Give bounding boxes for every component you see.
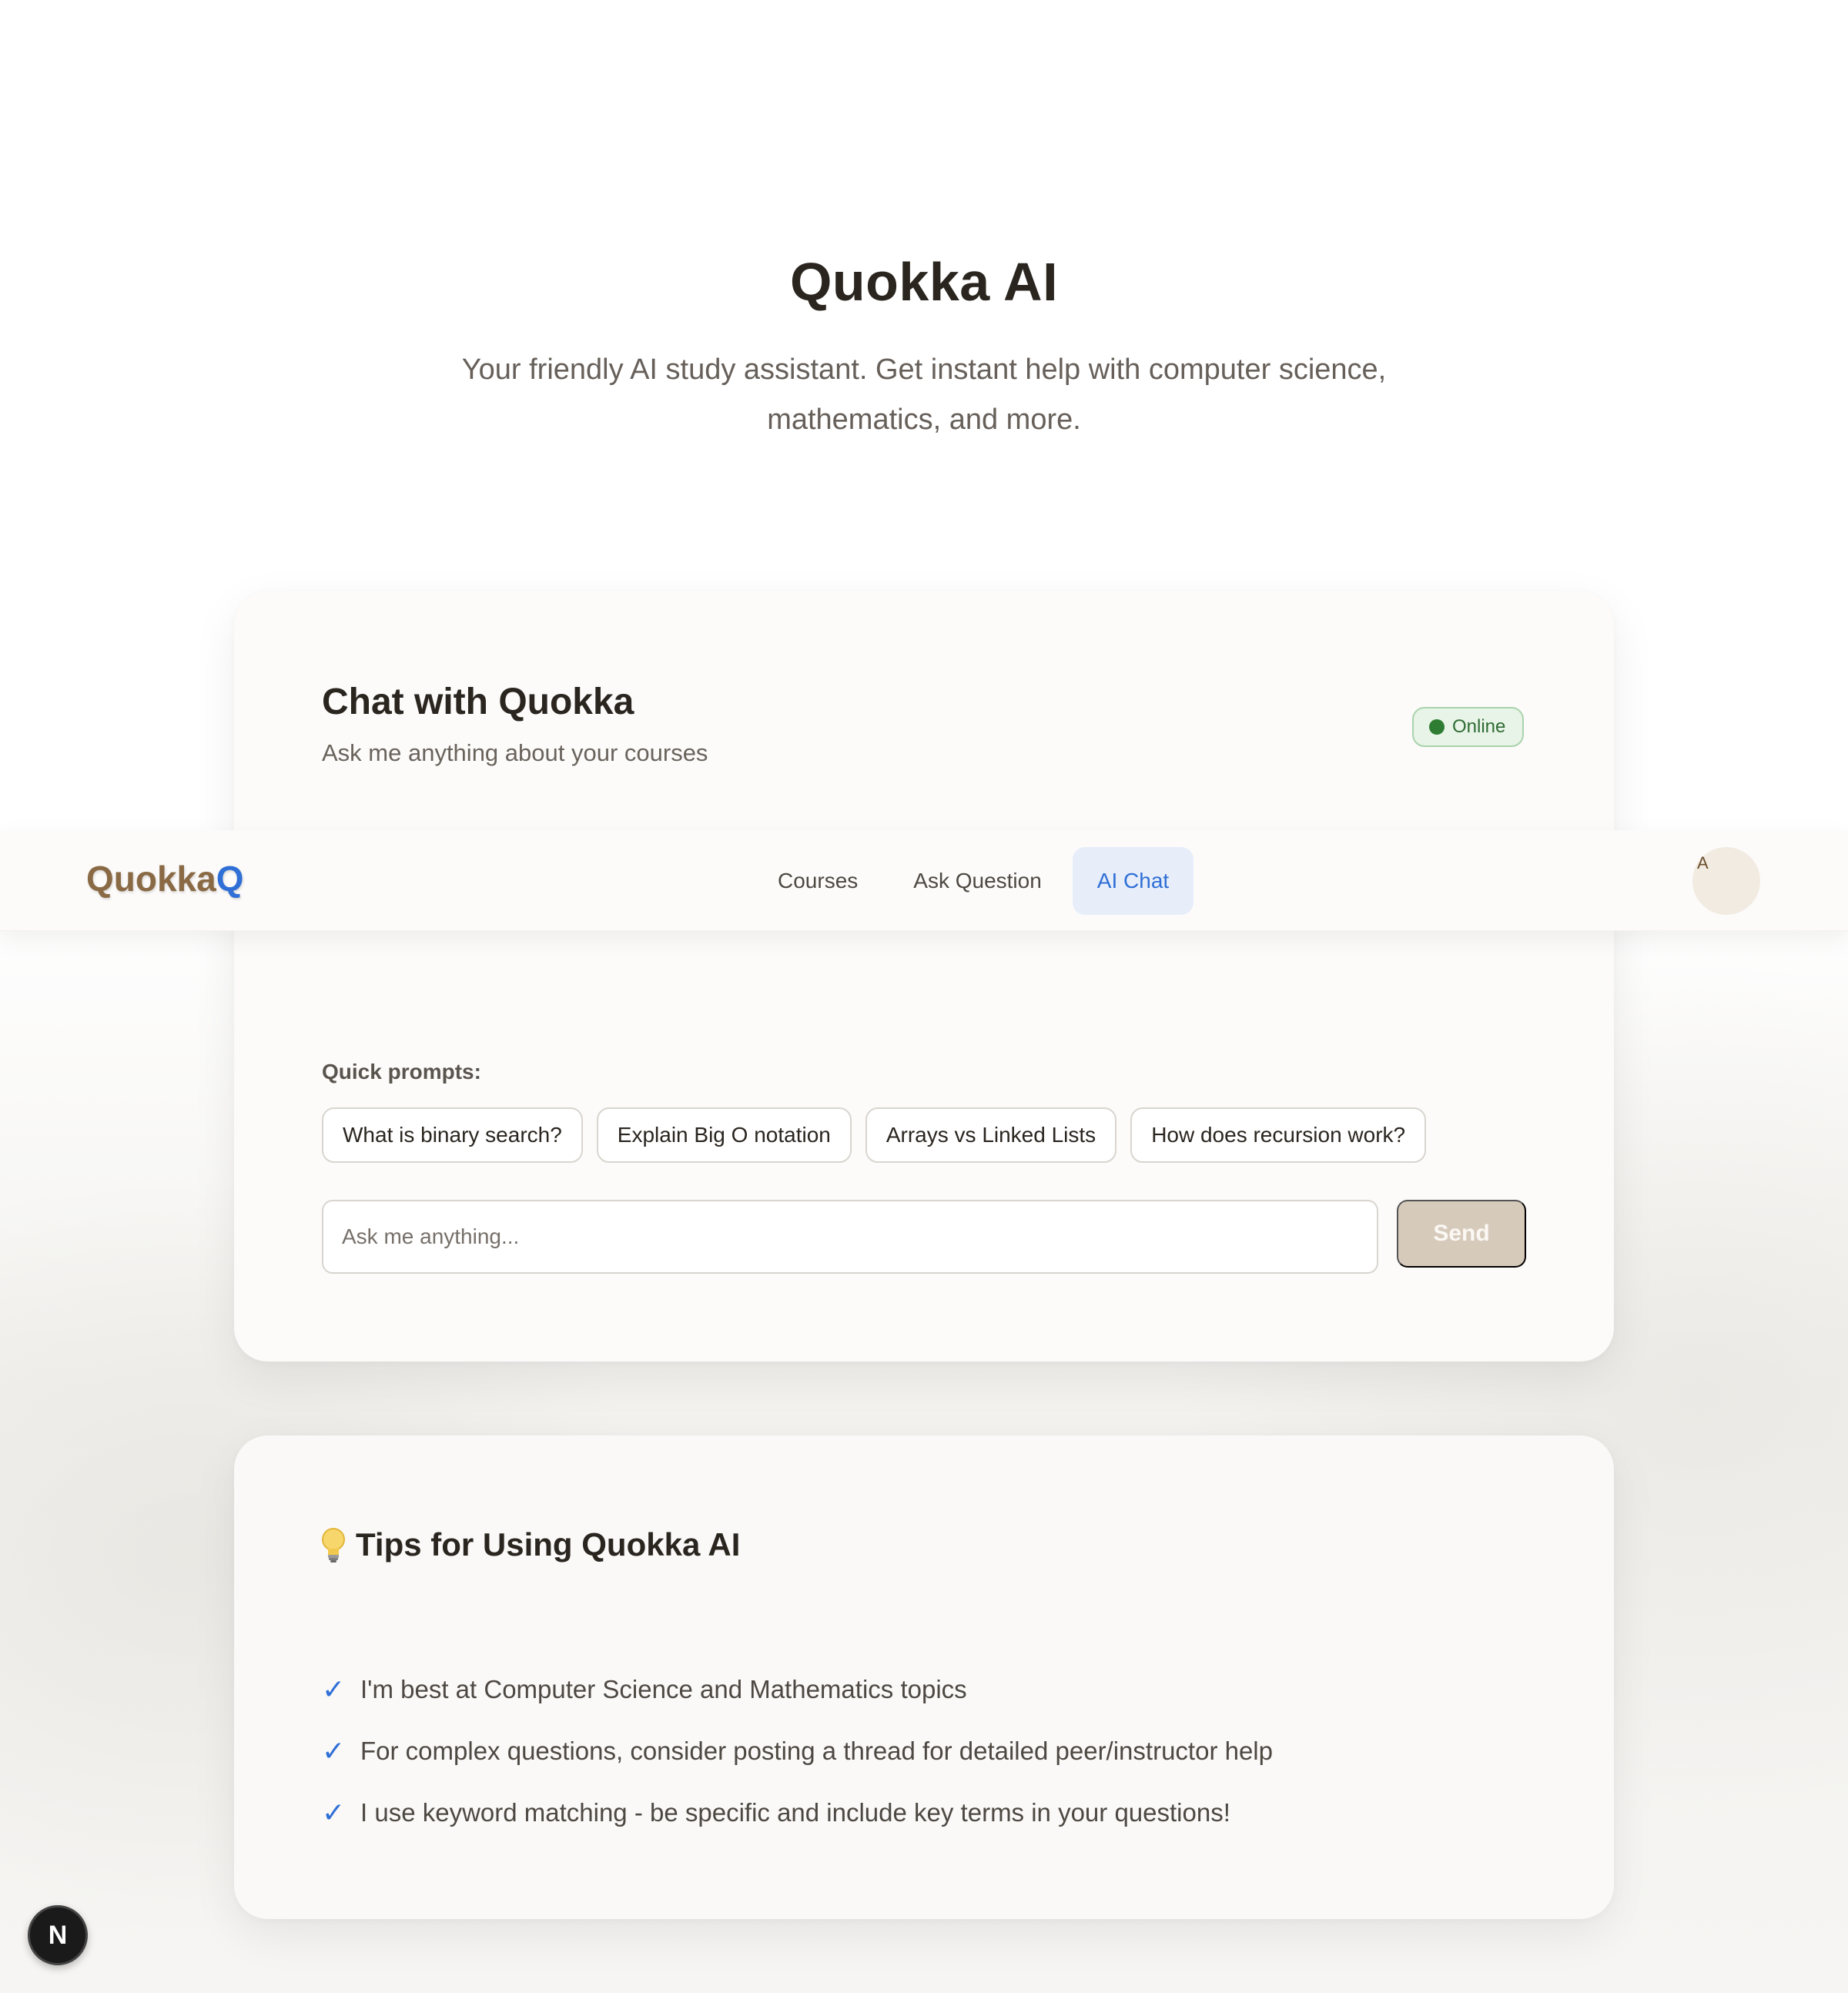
- nav-link-courses[interactable]: Courses: [753, 847, 882, 915]
- nav-link-ask-question[interactable]: Ask Question: [889, 847, 1066, 915]
- quick-prompts-label: Quick prompts:: [322, 1060, 481, 1084]
- quick-prompt-big-o[interactable]: Explain Big O notation: [596, 1107, 852, 1163]
- avatar[interactable]: A: [1692, 847, 1760, 915]
- chat-subtitle: Ask me anything about your courses: [322, 739, 708, 766]
- tip-text: I use keyword matching - be specific and…: [360, 1798, 1230, 1827]
- top-navbar: QuokkaQ Courses Ask Question AI Chat A: [0, 830, 1848, 931]
- quick-prompts-list: What is binary search? Explain Big O not…: [322, 1107, 1427, 1163]
- chat-title: Chat with Quokka: [322, 682, 634, 722]
- tips-card: Tips for Using Quokka AI ✓ I'm best at C…: [234, 1435, 1614, 1919]
- dev-tools-badge[interactable]: N: [28, 1905, 88, 1965]
- chat-input-placeholder: Ask me anything...: [342, 1224, 520, 1248]
- send-button[interactable]: Send: [1397, 1200, 1526, 1268]
- tip-item: ✓ For complex questions, consider postin…: [322, 1720, 1273, 1782]
- status-dot-icon: [1429, 719, 1445, 735]
- logo-text: Quokka: [86, 859, 216, 899]
- logo-accent: Q: [216, 859, 244, 899]
- tip-item: ✓ I use keyword matching - be specific a…: [322, 1782, 1273, 1844]
- logo[interactable]: QuokkaQ: [86, 858, 244, 899]
- tip-text: I'm best at Computer Science and Mathema…: [360, 1675, 967, 1703]
- quick-prompt-recursion[interactable]: How does recursion work?: [1130, 1107, 1427, 1163]
- avatar-initial: A: [1697, 853, 1709, 873]
- tips-list: ✓ I'm best at Computer Science and Mathe…: [322, 1659, 1273, 1844]
- quick-prompt-arrays-vs-lists[interactable]: Arrays vs Linked Lists: [865, 1107, 1117, 1163]
- check-icon: ✓: [322, 1673, 346, 1705]
- check-icon: ✓: [322, 1735, 346, 1767]
- nav-links: Courses Ask Question AI Chat: [753, 847, 1194, 915]
- check-icon: ✓: [322, 1797, 346, 1828]
- page-subtitle: Your friendly AI study assistant. Get in…: [461, 353, 1387, 436]
- status-badge: Online: [1412, 707, 1525, 747]
- page-title: Quokka AI: [789, 252, 1059, 312]
- tips-title: Tips for Using Quokka AI: [356, 1526, 741, 1563]
- quick-prompt-binary-search[interactable]: What is binary search?: [322, 1107, 583, 1163]
- chat-card: Chat with Quokka Ask me anything about y…: [234, 591, 1614, 1362]
- nav-link-ai-chat[interactable]: AI Chat: [1072, 847, 1194, 915]
- tips-heading: Tips for Using Quokka AI: [320, 1526, 740, 1563]
- dev-tools-badge-label: N: [48, 1920, 68, 1950]
- tip-item: ✓ I'm best at Computer Science and Mathe…: [322, 1659, 1273, 1720]
- status-label: Online: [1452, 716, 1506, 737]
- tip-text: For complex questions, consider posting …: [360, 1737, 1273, 1765]
- chat-input[interactable]: Ask me anything...: [322, 1200, 1378, 1274]
- lightbulb-icon: [322, 1528, 345, 1563]
